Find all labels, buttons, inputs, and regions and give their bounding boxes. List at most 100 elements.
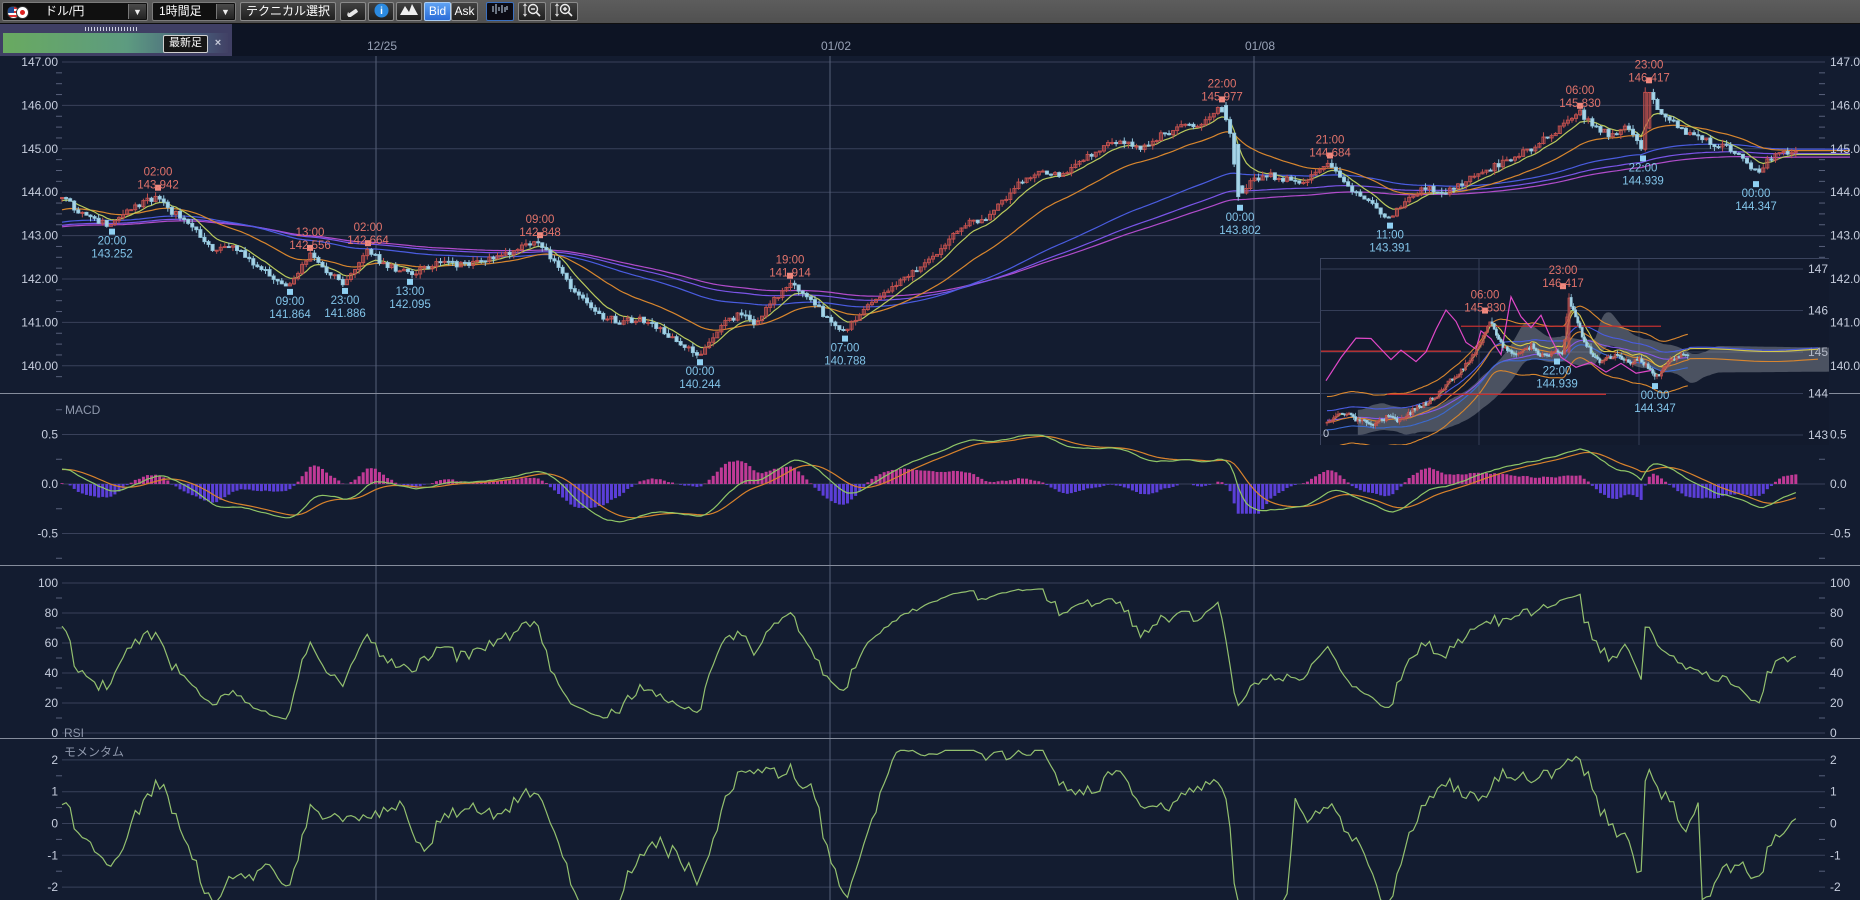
svg-text:13:00: 13:00 bbox=[296, 227, 325, 239]
tab-strip: 最新足 × 12/25 01/02 01/08 bbox=[0, 24, 1860, 56]
tick-chart-button[interactable] bbox=[486, 2, 514, 21]
overview-inset-chart[interactable]: 147146145144143006:00145.83023:00146.417… bbox=[1320, 258, 1829, 445]
svg-text:23:00: 23:00 bbox=[1635, 59, 1664, 71]
svg-text:-2: -2 bbox=[1830, 880, 1841, 894]
svg-text:-1: -1 bbox=[47, 848, 58, 862]
svg-text:141.914: 141.914 bbox=[769, 268, 811, 280]
timeframe-select[interactable]: 1時間足 ▼ bbox=[152, 2, 236, 21]
svg-text:02:00: 02:00 bbox=[354, 222, 383, 234]
svg-text:142.00: 142.00 bbox=[1830, 272, 1860, 286]
svg-text:143.00: 143.00 bbox=[21, 229, 58, 243]
svg-text:11:00: 11:00 bbox=[1376, 230, 1404, 242]
chart-view-button[interactable] bbox=[396, 2, 422, 21]
scrollbar-dots-handle[interactable] bbox=[85, 27, 137, 31]
svg-text:23:00: 23:00 bbox=[331, 295, 360, 307]
svg-text:146: 146 bbox=[1808, 304, 1828, 318]
svg-text:80: 80 bbox=[1830, 606, 1844, 620]
latest-bar-button[interactable]: 最新足 bbox=[163, 35, 208, 53]
svg-text:142.00: 142.00 bbox=[21, 272, 58, 286]
pencil-icon bbox=[345, 3, 361, 17]
svg-text:09:00: 09:00 bbox=[276, 296, 305, 308]
svg-text:00:00: 00:00 bbox=[1226, 212, 1255, 224]
svg-text:00:00: 00:00 bbox=[686, 366, 715, 378]
svg-text:モメンタム: モメンタム bbox=[64, 745, 124, 759]
svg-text:0: 0 bbox=[1830, 817, 1837, 831]
svg-text:144.00: 144.00 bbox=[1830, 185, 1860, 199]
currency-flags-icon bbox=[7, 6, 37, 19]
svg-text:145.830: 145.830 bbox=[1559, 98, 1601, 110]
svg-text:0: 0 bbox=[51, 817, 58, 831]
svg-text:80: 80 bbox=[45, 606, 59, 620]
toolbar: ドル/円 ▼ 1時間足 ▼ テクニカル選択 ▼ i bbox=[0, 0, 1860, 24]
technical-select-button[interactable]: テクニカル選択 ▼ bbox=[240, 2, 336, 21]
svg-text:40: 40 bbox=[45, 666, 59, 680]
svg-text:141.00: 141.00 bbox=[21, 315, 58, 329]
svg-text:141.864: 141.864 bbox=[269, 309, 311, 321]
svg-text:146.00: 146.00 bbox=[1830, 98, 1860, 112]
svg-text:0: 0 bbox=[1830, 726, 1837, 740]
svg-text:-1: -1 bbox=[1830, 848, 1841, 862]
svg-text:100: 100 bbox=[38, 576, 58, 590]
svg-text:2: 2 bbox=[1830, 753, 1837, 767]
svg-text:147.00: 147.00 bbox=[1830, 56, 1860, 69]
zoom-in-button[interactable] bbox=[550, 2, 578, 21]
svg-text:00:00: 00:00 bbox=[1641, 390, 1670, 402]
svg-text:00:00: 00:00 bbox=[1742, 188, 1771, 200]
svg-text:22:00: 22:00 bbox=[1208, 78, 1237, 90]
svg-text:140.00: 140.00 bbox=[1830, 359, 1860, 373]
svg-text:-0.5: -0.5 bbox=[37, 527, 58, 541]
svg-text:22:00: 22:00 bbox=[1543, 366, 1572, 378]
info-button[interactable]: i bbox=[368, 2, 394, 21]
zoom-out-button[interactable] bbox=[518, 2, 546, 21]
technical-select-label: テクニカル選択 bbox=[246, 4, 330, 18]
mountain-icon bbox=[400, 3, 418, 15]
timeframe-label: 1時間足 bbox=[153, 4, 202, 18]
svg-text:02:00: 02:00 bbox=[144, 167, 173, 179]
svg-text:147: 147 bbox=[1808, 262, 1828, 276]
bid-button[interactable]: Bid bbox=[424, 2, 451, 21]
svg-text:0.5: 0.5 bbox=[1830, 428, 1847, 442]
svg-text:06:00: 06:00 bbox=[1566, 85, 1595, 97]
svg-text:142.556: 142.556 bbox=[289, 240, 331, 252]
candlestick-chart-panels[interactable]: 147.00147.00146.00146.00145.00145.00144.… bbox=[0, 56, 1860, 900]
svg-text:144.939: 144.939 bbox=[1536, 379, 1578, 391]
svg-text:60: 60 bbox=[1830, 636, 1844, 650]
svg-text:143.00: 143.00 bbox=[1830, 229, 1860, 243]
svg-text:20: 20 bbox=[45, 696, 59, 710]
draw-pencil-button[interactable] bbox=[340, 2, 366, 21]
overview-inset-svg: 147146145144143006:00145.83023:00146.417… bbox=[1321, 259, 1829, 445]
ask-button[interactable]: Ask bbox=[451, 2, 478, 21]
pair-label: ドル/円 bbox=[39, 3, 84, 20]
svg-text:143.391: 143.391 bbox=[1369, 243, 1411, 255]
svg-text:140.244: 140.244 bbox=[679, 379, 721, 391]
svg-text:145.830: 145.830 bbox=[1464, 303, 1506, 315]
svg-text:143.942: 143.942 bbox=[137, 180, 179, 192]
svg-text:1: 1 bbox=[1830, 785, 1837, 799]
svg-text:140.00: 140.00 bbox=[21, 359, 58, 373]
zoom-in-icon bbox=[554, 3, 574, 17]
macd-series bbox=[61, 435, 1798, 522]
svg-text:145.00: 145.00 bbox=[21, 142, 58, 156]
timeframe-dropdown-arrow-icon[interactable]: ▼ bbox=[216, 4, 234, 19]
svg-text:144: 144 bbox=[1808, 387, 1828, 401]
svg-text:-2: -2 bbox=[47, 880, 58, 894]
svg-text:144.347: 144.347 bbox=[1735, 201, 1777, 213]
pair-dropdown-arrow-icon[interactable]: ▼ bbox=[128, 4, 146, 19]
svg-text:140.788: 140.788 bbox=[824, 356, 866, 368]
pair-select[interactable]: ドル/円 ▼ bbox=[2, 2, 148, 21]
svg-text:143.802: 143.802 bbox=[1219, 225, 1261, 237]
svg-text:09:00: 09:00 bbox=[526, 214, 555, 226]
svg-text:0.5: 0.5 bbox=[41, 428, 58, 442]
svg-text:RSI: RSI bbox=[64, 726, 84, 740]
svg-text:22:00: 22:00 bbox=[1629, 162, 1658, 174]
svg-text:141.00: 141.00 bbox=[1830, 315, 1860, 329]
svg-text:20:00: 20:00 bbox=[98, 236, 127, 248]
svg-text:100: 100 bbox=[1830, 576, 1850, 590]
fx-chart-window: { "toolbar": { "pair": "ドル/円", "timefram… bbox=[0, 0, 1860, 900]
tab-close-icon[interactable]: × bbox=[211, 35, 225, 51]
svg-text:146.417: 146.417 bbox=[1542, 278, 1584, 290]
momentum-line bbox=[62, 750, 1796, 900]
svg-text:20: 20 bbox=[1830, 696, 1844, 710]
svg-text:145.977: 145.977 bbox=[1201, 91, 1243, 103]
svg-text:0.0: 0.0 bbox=[41, 477, 58, 491]
